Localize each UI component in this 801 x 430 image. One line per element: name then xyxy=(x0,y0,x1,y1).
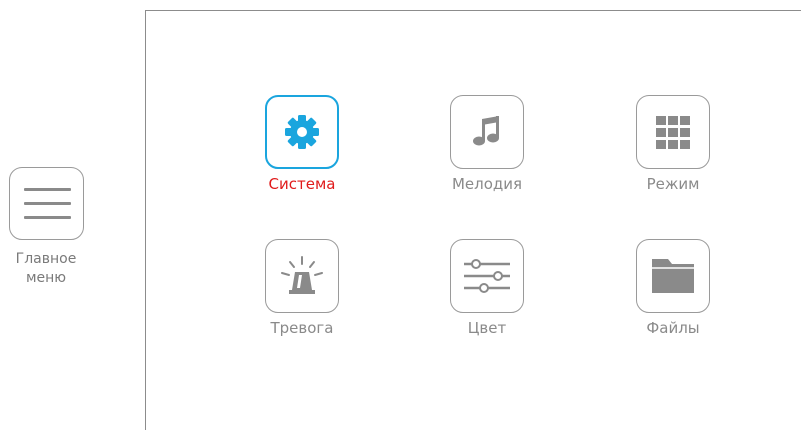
files-button[interactable] xyxy=(636,239,710,313)
system-label: Система xyxy=(268,175,336,193)
mode-label: Режим xyxy=(646,175,700,193)
alarm-button[interactable] xyxy=(265,239,339,313)
music-note-icon xyxy=(473,116,499,146)
menu-item-alarm[interactable]: Тревога xyxy=(242,239,362,337)
system-button[interactable] xyxy=(265,95,339,169)
grid-icon xyxy=(656,116,690,149)
menu-icon-bar-bottom xyxy=(24,216,71,219)
menu-icon-bar-top xyxy=(24,188,71,191)
main-menu-button[interactable] xyxy=(9,167,84,240)
main-menu-label-line2: меню xyxy=(25,270,67,286)
mode-button[interactable] xyxy=(636,95,710,169)
main-panel: Система Мелодия Режим Тревога Цвет Файлы xyxy=(145,10,801,430)
menu-icon-bar-middle xyxy=(24,202,71,205)
main-menu-label: Главное меню xyxy=(0,250,92,288)
sliders-icon xyxy=(464,259,510,293)
gear-icon xyxy=(285,115,319,149)
color-label: Цвет xyxy=(467,319,507,337)
folder-icon xyxy=(652,259,694,293)
main-menu-label-line1: Главное xyxy=(15,251,77,267)
menu-item-files[interactable]: Файлы xyxy=(613,239,733,337)
alarm-beacon-icon xyxy=(281,256,323,294)
color-button[interactable] xyxy=(450,239,524,313)
files-label: Файлы xyxy=(646,319,700,337)
menu-item-mode[interactable]: Режим xyxy=(613,95,733,193)
alarm-label: Тревога xyxy=(270,319,334,337)
menu-item-system[interactable]: Система xyxy=(242,95,362,193)
melody-label: Мелодия xyxy=(451,175,523,193)
menu-item-color[interactable]: Цвет xyxy=(427,239,547,337)
melody-button[interactable] xyxy=(450,95,524,169)
menu-item-melody[interactable]: Мелодия xyxy=(427,95,547,193)
